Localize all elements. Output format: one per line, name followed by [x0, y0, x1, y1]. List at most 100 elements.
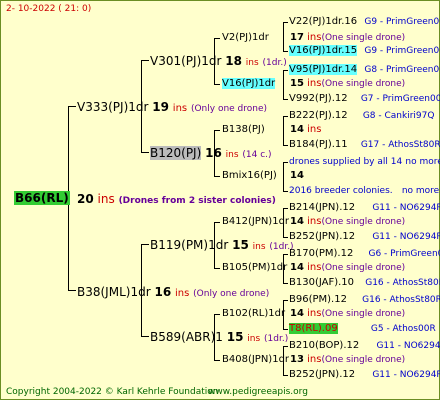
inbreeding-count: 15: [232, 238, 249, 252]
g4-queen-1[interactable]: V2(PJ)1dr: [222, 32, 269, 44]
line: [214, 38, 220, 39]
g4-queen-5[interactable]: B412(JPN)1dr: [222, 216, 289, 228]
line: [141, 60, 149, 61]
inbreeding-count: 14: [290, 308, 304, 319]
g3-queen-1[interactable]: V301(PJ)1dr 18 ins (1dr.): [150, 54, 287, 70]
queen-name[interactable]: V992(PJ).12: [289, 93, 348, 104]
g5-queen-12[interactable]: B130(JAF).10 G16 - AthosSt80R: [289, 277, 440, 289]
queen-name[interactable]: V301(PJ)1dr: [150, 54, 221, 68]
lineage-code: G8 - PrimGreen00: [364, 65, 440, 75]
queen-name[interactable]: V95(PJ)1dr.14: [289, 64, 358, 75]
drone-note: (1dr.): [264, 334, 289, 344]
lineage-code: G9 - PrimGreen00: [364, 46, 440, 56]
g5-queen-15[interactable]: B210(BOP).12 G11 - NO6294R: [289, 340, 440, 352]
lineage-code: no more: [401, 186, 440, 196]
g5-queen-1[interactable]: V22(PJ)1dr.16 G9 - PrimGreen00: [289, 16, 440, 28]
queen-name[interactable]: B130(JAF).10: [289, 277, 354, 288]
line: [283, 346, 288, 347]
queen-name[interactable]: B170(PM).12: [289, 248, 353, 259]
queen-name[interactable]: Bmix16(PJ): [222, 170, 277, 181]
drone-note: (Drones from 2 sister colonies): [118, 196, 276, 206]
line: [68, 290, 76, 291]
inbreeding-count: 14: [290, 216, 304, 227]
g3-queen-3[interactable]: B119(PM)1dr 15 ins (1dr.): [150, 238, 294, 254]
g5-queen-3[interactable]: V95(PJ)1dr.14 G8 - PrimGreen00: [289, 64, 440, 76]
g4-queen-8[interactable]: B408(JPN)1dr: [222, 354, 289, 366]
line: [283, 145, 288, 146]
g3-queen-4[interactable]: B589(ABR)1 15 ins (1dr.): [150, 330, 288, 346]
g2-queen-2[interactable]: B38(JML)1dr 16 ins (Only one drone): [77, 285, 269, 301]
inbreeding-count: 13: [290, 354, 304, 365]
site-link[interactable]: www.pedigreeapis.org: [208, 386, 308, 398]
queen-name[interactable]: B222(PJ).12: [289, 110, 348, 121]
drone-note: (Only one drone): [193, 289, 270, 299]
g5-queen-4[interactable]: V992(PJ).12 G7 - PrimGreen00: [289, 93, 440, 105]
queen-name[interactable]: V16(PJ)1dr.15: [289, 45, 358, 56]
queen-name[interactable]: B105(PM)1dr: [222, 262, 287, 273]
inbreeding-count: 16: [205, 146, 222, 160]
g4-queen-3[interactable]: B138(PJ): [222, 124, 265, 136]
drone-note: (Only one drone): [190, 104, 268, 114]
g5-queen-10[interactable]: B252(JPN).12 G11 - NO6294R: [289, 231, 440, 243]
line: [68, 106, 76, 107]
ins-label: ins: [247, 334, 261, 344]
g4-queen-2[interactable]: V16(PJ)1dr: [222, 78, 276, 90]
drone-note: (One single drone): [321, 217, 406, 227]
queen-name[interactable]: B120(PJ): [150, 146, 202, 160]
lineage-code: G11 - NO6294R: [372, 203, 440, 213]
g5-queen-11[interactable]: B170(PM).12 G6 - PrimGreen00: [289, 248, 440, 260]
queen-name[interactable]: B252(JPN).12: [289, 369, 355, 380]
queen-name[interactable]: B119(PM)1dr: [150, 238, 228, 252]
queen-name[interactable]: B102(RL)1dr: [222, 308, 285, 319]
queen-name[interactable]: B38(JML)1dr: [77, 285, 151, 299]
line: [283, 254, 288, 255]
lineage-code: G6 - PrimGreen00: [368, 249, 440, 259]
queen-name[interactable]: B589(ABR)1: [150, 330, 223, 344]
queen-name[interactable]: B184(PJ).11: [289, 139, 348, 150]
queen-name[interactable]: B252(JPN).12: [289, 231, 355, 242]
root-queen-name[interactable]: B66(RL): [14, 191, 70, 205]
g2-queen-1[interactable]: V333(PJ)1dr 19 ins (Only one drone): [77, 100, 267, 116]
queen-name[interactable]: V2(PJ)1dr: [222, 32, 269, 43]
drone-note: (One single drone): [321, 355, 406, 365]
line: [141, 244, 149, 245]
line: [283, 70, 284, 100]
g5-queen-9[interactable]: B214(JPN).12 G11 - NO6294R: [289, 202, 440, 214]
ins-label: ins: [172, 103, 188, 114]
g4-queen-6[interactable]: B105(PM)1dr: [222, 262, 287, 274]
queen-name[interactable]: B210(BOP).12: [289, 340, 359, 351]
queen-name[interactable]: B138(PJ): [222, 124, 265, 135]
drone-note: (One single drone): [321, 263, 406, 273]
lineage-code: G11 - NO6294R: [376, 341, 440, 351]
line: [141, 152, 149, 153]
inbreeding-count: 14: [290, 124, 304, 135]
lineage-code: G7 - PrimGreen00: [360, 94, 440, 104]
g5-queen-5[interactable]: B222(PJ).12 G8 - Cankiri97Q: [289, 110, 434, 122]
queen-name: drones supplied by all 14: [289, 157, 403, 167]
queen-name[interactable]: V22(PJ)1dr.16: [289, 16, 357, 27]
g5-queen-2[interactable]: V16(PJ)1dr.15 G9 - PrimGreen00: [289, 45, 440, 57]
queen-name[interactable]: B412(JPN)1dr: [222, 216, 289, 227]
g4-queen-7[interactable]: B102(RL)1dr: [222, 308, 285, 320]
g5-queen-14[interactable]: T8(RL).09 G5 - Athos00R: [289, 323, 436, 335]
g4-queen-4[interactable]: Bmix16(PJ): [222, 170, 277, 182]
inbreeding-count: 20: [77, 192, 94, 206]
drone-note: (14 c.): [242, 150, 272, 160]
copyright-text: Copyright 2004-2022 © Karl Kehrle Founda…: [6, 387, 219, 397]
line: [214, 130, 220, 131]
g5-queen-7: drones supplied by all 14 no more: [289, 156, 440, 168]
queen-name[interactable]: B408(JPN)1dr: [222, 354, 289, 365]
line: [283, 375, 288, 376]
g3-queen-2[interactable]: B120(PJ) 16 ins (14 c.): [150, 146, 272, 162]
queen-name[interactable]: T8(RL).09: [289, 323, 338, 334]
queen-name[interactable]: B214(JPN).12: [289, 202, 355, 213]
drone-note: (One single drone): [321, 33, 406, 43]
g5-queen-6[interactable]: B184(PJ).11 G17 - AthosSt80R: [289, 139, 440, 151]
queen-name[interactable]: V16(PJ)1dr: [222, 78, 276, 89]
queen-name[interactable]: V333(PJ)1dr: [77, 100, 148, 114]
g5-queen-13[interactable]: B96(PM).12 G16 - AthosSt80R: [289, 294, 440, 306]
g5-queen-16[interactable]: B252(JPN).12 G11 - NO6294R: [289, 369, 440, 381]
queen-name[interactable]: B96(PM).12: [289, 294, 347, 305]
line: [283, 51, 288, 52]
root-queen[interactable]: B66(RL): [14, 191, 70, 206]
